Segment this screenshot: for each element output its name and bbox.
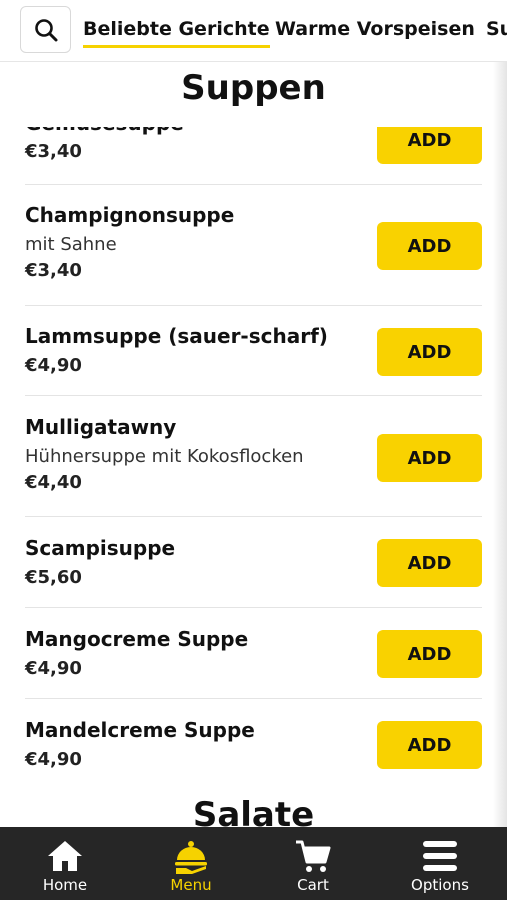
nav-label: Options	[411, 876, 469, 894]
divider	[25, 516, 482, 517]
section-title-salate: Salate	[192, 795, 315, 827]
home-icon	[46, 837, 84, 875]
search-button[interactable]	[20, 6, 71, 53]
cloche-icon	[172, 837, 210, 875]
bottom-nav: Home Menu Cart Options	[0, 827, 507, 900]
divider	[25, 395, 482, 396]
cart-icon	[294, 837, 332, 875]
tab-warme-vorspeisen[interactable]: Warme Vorspeisen	[275, 18, 475, 40]
section-title-suppen: Suppen	[181, 68, 326, 108]
add-button[interactable]: ADD	[377, 434, 482, 482]
category-bar: Beliebte Gerichte Warme Vorspeisen Suppe…	[0, 0, 507, 62]
nav-home[interactable]: Home	[15, 827, 115, 900]
divider	[25, 305, 482, 306]
scroll-edge-shadow	[493, 61, 507, 827]
nav-cart[interactable]: Cart	[263, 827, 363, 900]
nav-menu[interactable]: Menu	[141, 827, 241, 900]
add-button[interactable]: ADD	[377, 127, 482, 164]
menu-lines-icon	[421, 837, 459, 875]
add-button[interactable]: ADD	[377, 630, 482, 678]
nav-label: Menu	[170, 876, 212, 894]
nav-label: Cart	[297, 876, 329, 894]
tab-beliebte-gerichte[interactable]: Beliebte Gerichte	[83, 18, 270, 48]
add-button[interactable]: ADD	[377, 328, 482, 376]
search-icon	[34, 18, 57, 41]
divider	[25, 698, 482, 699]
nav-label: Home	[42, 876, 88, 894]
divider	[25, 607, 482, 608]
add-button[interactable]: ADD	[377, 721, 482, 769]
add-button[interactable]: ADD	[377, 222, 482, 270]
add-button[interactable]: ADD	[377, 539, 482, 587]
nav-options[interactable]: Options	[390, 827, 490, 900]
menu-list: Gemüsesuppe €3,40 ADD Champignonsuppe mi…	[0, 127, 507, 827]
divider	[25, 184, 482, 185]
tab-suppen[interactable]: Suppen	[486, 18, 507, 40]
